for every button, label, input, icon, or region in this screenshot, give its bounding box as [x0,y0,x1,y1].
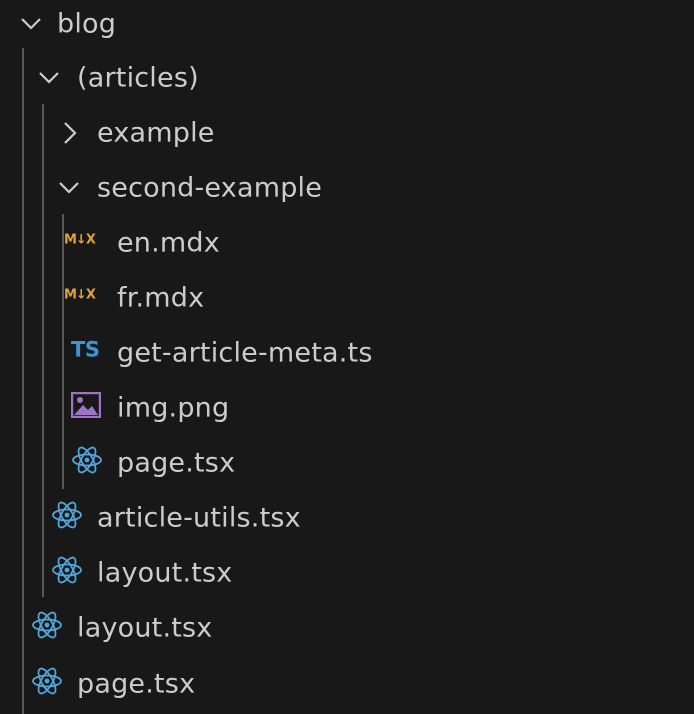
tree-file-get-article-meta-ts[interactable]: TS get-article-meta.ts [0,325,694,380]
tree-item-label: (articles) [77,62,199,93]
chevron-down-icon[interactable] [20,17,42,31]
tree-item-label: img.png [117,392,230,423]
react-file-icon [32,611,62,638]
tree-file-page-tsx[interactable]: page.tsx [0,435,694,490]
chevron-right-icon[interactable] [63,121,77,145]
tree-item-label: fr.mdx [117,282,205,313]
tree-file-layout-tsx[interactable]: layout.tsx [0,600,694,655]
react-file-icon [32,667,62,694]
typescript-file-icon: TS [71,337,100,361]
tree-file-fr-mdx[interactable]: M↓X fr.mdx [0,270,694,325]
tree-item-label: get-article-meta.ts [117,337,373,368]
file-explorer-tree: blog (articles) example second-example M… [0,0,694,714]
tree-item-label: layout.tsx [97,557,233,588]
mdx-file-icon: M↓X [64,287,96,302]
tree-item-label: second-example [97,172,323,203]
tree-file-article-utils-tsx[interactable]: article-utils.tsx [0,490,694,545]
tree-folder-articles[interactable]: (articles) [0,50,694,105]
mdx-file-icon: M↓X [64,232,96,247]
tree-file-en-mdx[interactable]: M↓X en.mdx [0,215,694,270]
tree-item-label: example [97,117,215,148]
tree-file-page-tsx[interactable]: page.tsx [0,656,694,711]
chevron-down-icon[interactable] [38,71,60,85]
tree-item-label: layout.tsx [77,612,213,643]
tree-file-layout-tsx[interactable]: layout.tsx [0,545,694,600]
react-file-icon [72,446,102,473]
tree-folder-blog[interactable]: blog [0,0,694,51]
tree-item-label: page.tsx [117,447,236,478]
tree-file-img-png[interactable]: img.png [0,380,694,435]
react-file-icon [52,501,82,528]
react-file-icon [52,556,82,583]
tree-item-label: page.tsx [77,668,196,699]
tree-item-label: blog [57,8,117,39]
tree-item-label: article-utils.tsx [97,502,301,533]
image-file-icon [71,391,101,418]
tree-folder-example[interactable]: example [0,105,694,160]
tree-folder-second-example[interactable]: second-example [0,160,694,215]
tree-item-label: en.mdx [117,227,220,258]
chevron-down-icon[interactable] [58,181,80,195]
